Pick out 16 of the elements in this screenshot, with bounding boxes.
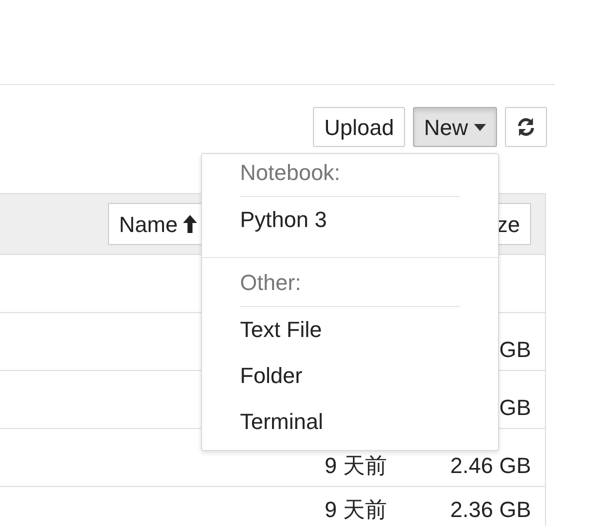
refresh-button[interactable] — [505, 107, 547, 147]
modified-cell-text: 9 天前 — [324, 454, 387, 478]
menu-item[interactable]: Folder — [202, 353, 498, 399]
upload-button[interactable]: Upload — [313, 107, 405, 147]
menu-item[interactable]: Terminal — [202, 399, 498, 445]
menu-header: Notebook: — [239, 159, 342, 187]
size-cell-text: 2.36 GB — [449, 498, 531, 522]
menu-item[interactable]: Text File — [202, 307, 498, 353]
modified-cell-text: 9 天前 — [324, 498, 387, 522]
size-cell-text: GB — [498, 338, 531, 362]
menu-header: Other: — [239, 269, 302, 297]
refresh-icon — [516, 117, 536, 137]
new-button[interactable]: New — [412, 107, 497, 147]
caret-icon — [474, 124, 486, 130]
size-cell-text: GB — [498, 396, 531, 420]
size-cell-text: 2.46 GB — [449, 454, 531, 478]
